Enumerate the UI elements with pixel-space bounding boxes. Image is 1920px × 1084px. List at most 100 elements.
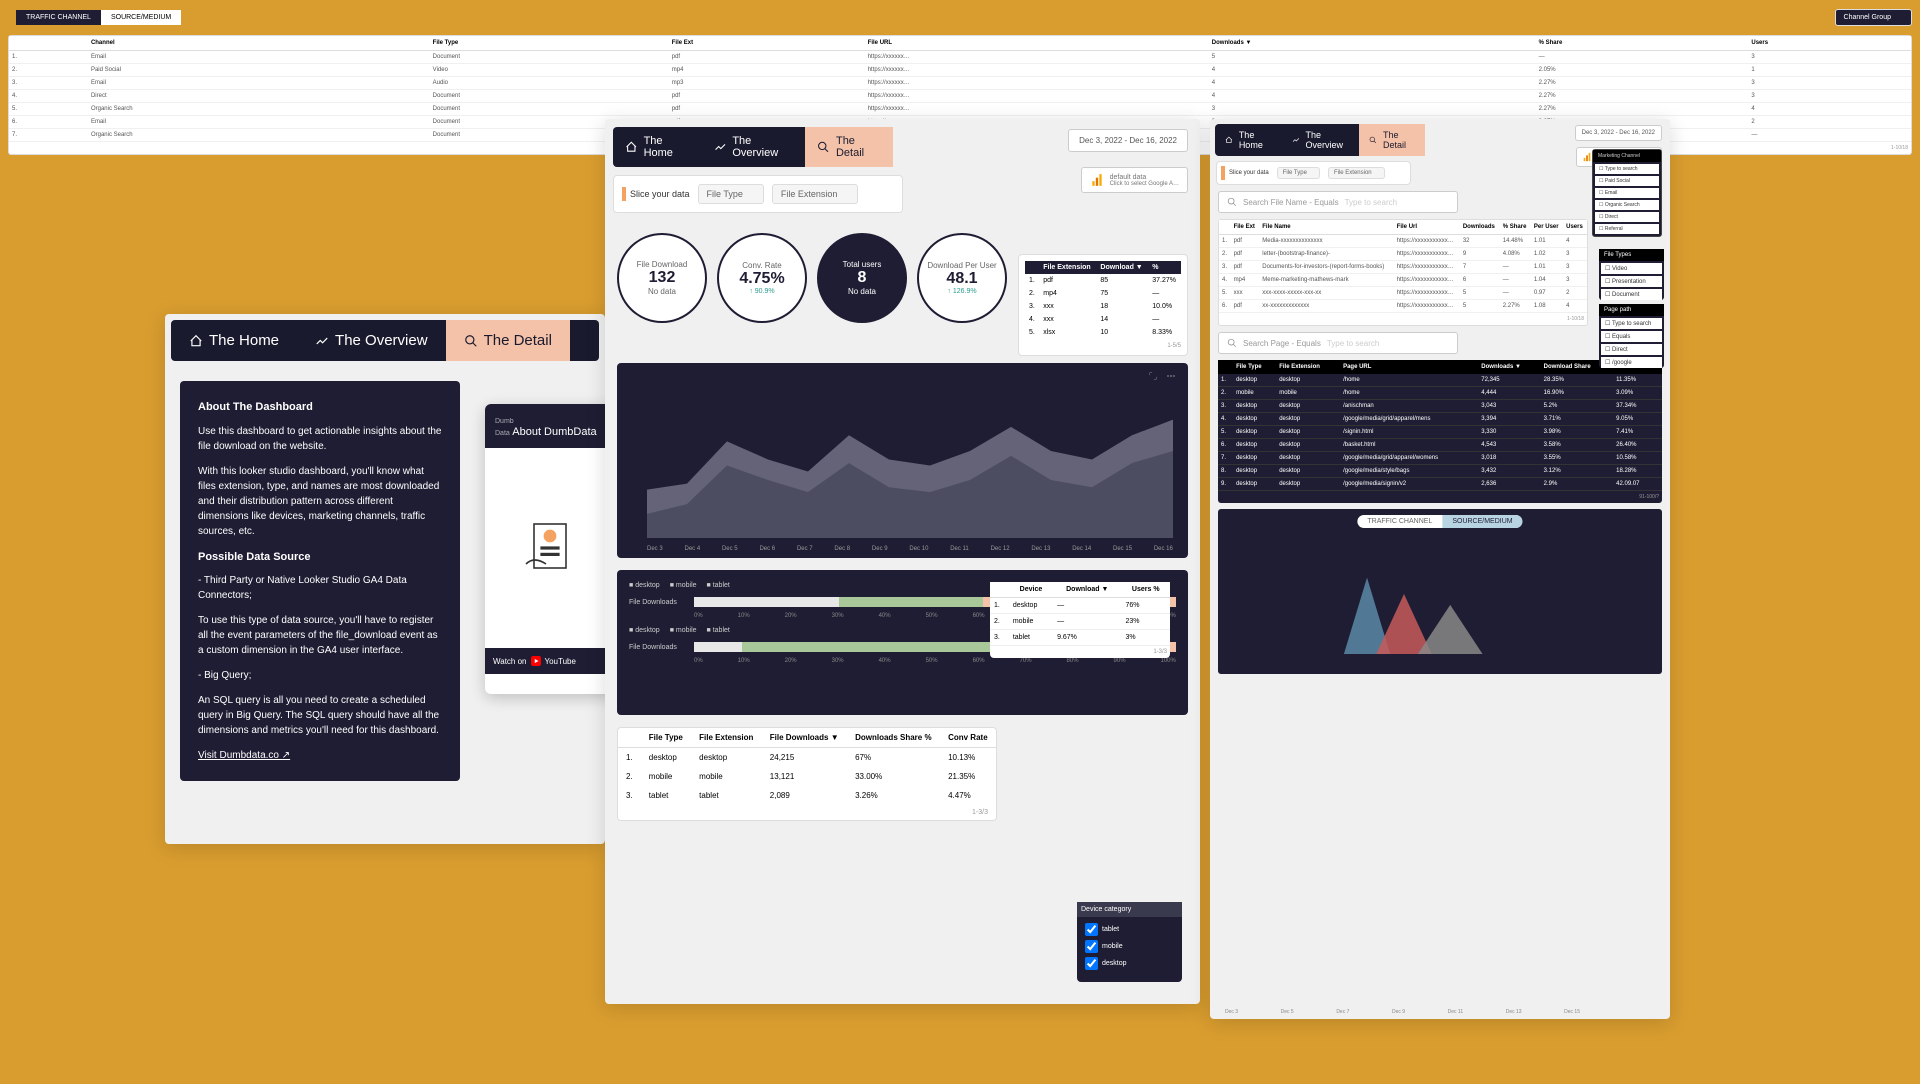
area-x-axis: Dec 3Dec 4Dec 5Dec 6Dec 7Dec 8Dec 9Dec 1… [647, 546, 1173, 552]
slice-label-3: Slice your data [1221, 166, 1269, 180]
video-footer: Watch on YouTube [485, 648, 615, 674]
marketing-item[interactable]: ☐ Paid Social [1595, 176, 1659, 186]
video-illustration-icon [510, 508, 590, 588]
nav-overview-2[interactable]: The Overview [702, 127, 806, 167]
date-range-picker-3[interactable]: Dec 3, 2022 - Dec 16, 2022 [1575, 125, 1662, 141]
file-name-table: File ExtFile NameFile UrlDownloads% Shar… [1218, 219, 1588, 326]
page-path-item[interactable]: ☐ /google [1601, 357, 1662, 368]
nav-home-2[interactable]: The Home [613, 127, 702, 167]
about-ds-title: Possible Data Source [198, 549, 442, 566]
nav-bar-2: The Home The Overview The Detail [613, 127, 893, 167]
page-url-table: File TypeFile ExtensionPage URLDownloads… [1218, 360, 1662, 503]
device-cat-item[interactable]: mobile [1085, 940, 1174, 953]
nav-bar-3: The Home The Overview The Detail [1215, 124, 1425, 156]
file-type-item[interactable]: ☐ Presentation [1601, 276, 1662, 287]
detail-panel: The Home The Overview The Detail Dec 3, … [1210, 119, 1670, 1019]
toggle-traffic-2[interactable]: TRAFFIC CHANNEL [16, 10, 101, 25]
nav-overview-3[interactable]: The Overview [1282, 124, 1360, 156]
channel-toggle[interactable]: TRAFFIC CHANNEL SOURCE/MEDIUM [1357, 515, 1522, 528]
file-pager[interactable]: 1-10/18 [1219, 313, 1587, 325]
ext-table-el: File ExtensionDownload ▼%1.pdf8537.27%2.… [1025, 261, 1181, 339]
video-title: DumbData About DumbData [485, 404, 615, 448]
kpi-conv: Conv. Rate4.75%↑ 90.9% [717, 233, 807, 323]
marketing-title: Marketing Channel [1593, 150, 1661, 162]
ga-icon [1090, 173, 1104, 187]
file-ext-select-3[interactable]: File Extension [1328, 167, 1385, 179]
visit-link[interactable]: Visit Dumbdata.co ↗ [198, 750, 290, 761]
device-cat-title: Device category [1077, 902, 1182, 917]
file-types-card: File Types ☐ Video☐ Presentation☐ Docume… [1599, 249, 1664, 300]
file-type-select-3[interactable]: File Type [1277, 167, 1320, 179]
device-cat-item[interactable]: desktop [1085, 957, 1174, 970]
tri-x-axis: Dec 3Dec 5Dec 7Dec 9Dec 11Dec 13Dec 15 [1225, 1009, 1580, 1015]
channel-toggle-2[interactable]: TRAFFIC CHANNEL SOURCE/MEDIUM [16, 10, 181, 25]
about-card: About The Dashboard Use this dashboard t… [180, 381, 460, 781]
marketing-item[interactable]: ☐ Referral [1595, 224, 1659, 234]
extension-table: File ExtensionDownload ▼%1.pdf8537.27%2.… [1018, 254, 1188, 356]
nav-home[interactable]: The Home [171, 320, 297, 361]
marketing-item[interactable]: ☐ Organic Search [1595, 200, 1659, 210]
file-type-item[interactable]: ☐ Document [1601, 289, 1662, 300]
ext-pager[interactable]: 1-5/5 [1025, 339, 1181, 349]
search-icon [1227, 338, 1237, 348]
nav-detail[interactable]: The Detail [446, 320, 570, 361]
nav-home-label: The Home [209, 332, 279, 349]
toggle-traffic[interactable]: TRAFFIC CHANNEL [1357, 515, 1442, 528]
nav-detail-3[interactable]: The Detail [1359, 124, 1425, 156]
slice-bar: Slice your data File Type File Extension [613, 175, 903, 213]
triangle-chart-svg [1233, 534, 1547, 654]
search-icon [1227, 197, 1237, 207]
marketing-item[interactable]: ☐ Type to search [1595, 164, 1659, 174]
device-pager[interactable]: 1-3/3 [990, 646, 1170, 658]
video-card[interactable]: DumbData About DumbData Watch on YouTube [485, 404, 615, 694]
overview-panel: The Home The Overview The Detail Dec 3, … [605, 119, 1200, 1004]
page-path-item[interactable]: ☐ Equals [1601, 331, 1662, 342]
chart-icon [1292, 135, 1300, 145]
device-category-filter: Device category tablet mobile desktop [1077, 902, 1182, 982]
page-path-item[interactable]: ☐ Direct [1601, 344, 1662, 355]
file-ext-select[interactable]: File Extension [772, 184, 859, 204]
side-cards: File Types ☐ Video☐ Presentation☐ Docume… [1599, 249, 1664, 372]
marketing-item[interactable]: ☐ Direct [1595, 212, 1659, 222]
marketing-item[interactable]: ☐ Email [1595, 188, 1659, 198]
area-chart-svg [647, 393, 1173, 538]
nav-home-3[interactable]: The Home [1215, 124, 1282, 156]
about-ds2: - Big Query; [198, 668, 442, 683]
expand-icon[interactable] [1148, 371, 1158, 381]
type-pager[interactable]: 1-3/3 [618, 805, 996, 820]
nav-overview[interactable]: The Overview [297, 320, 446, 361]
file-type-table: File TypeFile ExtensionFile Downloads ▼D… [617, 727, 997, 821]
channel-group-select[interactable]: Channel Group [1835, 9, 1912, 26]
area-chart: Dec 3Dec 4Dec 5Dec 6Dec 7Dec 8Dec 9Dec 1… [617, 363, 1188, 558]
toggle-source-2[interactable]: SOURCE/MEDIUM [101, 10, 181, 25]
about-p1: Use this dashboard to get actionable ins… [198, 424, 442, 454]
device-table: DeviceDownload ▼Users %1.desktop—76%2.mo… [990, 582, 1170, 658]
about-p2: With this looker studio dashboard, you'l… [198, 464, 442, 539]
file-type-item[interactable]: ☐ Video [1601, 263, 1662, 274]
file-type-select[interactable]: File Type [698, 184, 764, 204]
search-page[interactable]: Search Page - EqualsType to search [1218, 332, 1458, 354]
about-ds2b: An SQL query is all you need to create a… [198, 693, 442, 738]
nav-detail-2[interactable]: The Detail [805, 127, 893, 167]
more-icon[interactable] [1166, 371, 1176, 381]
ga-icon [1582, 152, 1592, 162]
search-filename[interactable]: Search File Name - EqualsType to search [1218, 191, 1458, 213]
home-icon [189, 334, 203, 348]
nav-bar: The Home The Overview The Detail [171, 320, 599, 361]
slice-label: Slice your data [622, 187, 690, 201]
date-range-picker[interactable]: Dec 3, 2022 - Dec 16, 2022 [1068, 129, 1188, 152]
video-body [485, 448, 615, 648]
about-ds1b: To use this type of data source, you'll … [198, 613, 442, 658]
traffic-channel-chart: TRAFFIC CHANNEL SOURCE/MEDIUM [1218, 509, 1662, 674]
stacked-bars-section: desktopmobiletablet File Downloads 0%10%… [617, 570, 1188, 715]
data-source-selector[interactable]: default dataClick to select Google A… [1081, 167, 1188, 193]
device-cat-item[interactable]: tablet [1085, 923, 1174, 936]
nav-detail-label: The Detail [484, 332, 552, 349]
kpi-per-user: Download Per User48.1↑ 126.9% [917, 233, 1007, 323]
about-ds1: - Third Party or Native Looker Studio GA… [198, 573, 442, 603]
page-path-item[interactable]: ☐ Type to search [1601, 318, 1662, 329]
page-pager[interactable]: 91-100/? [1218, 491, 1662, 503]
home-panel: The Home The Overview The Detail About T… [165, 314, 605, 844]
page-path-title: Page path [1599, 304, 1664, 316]
toggle-source[interactable]: SOURCE/MEDIUM [1442, 515, 1522, 528]
